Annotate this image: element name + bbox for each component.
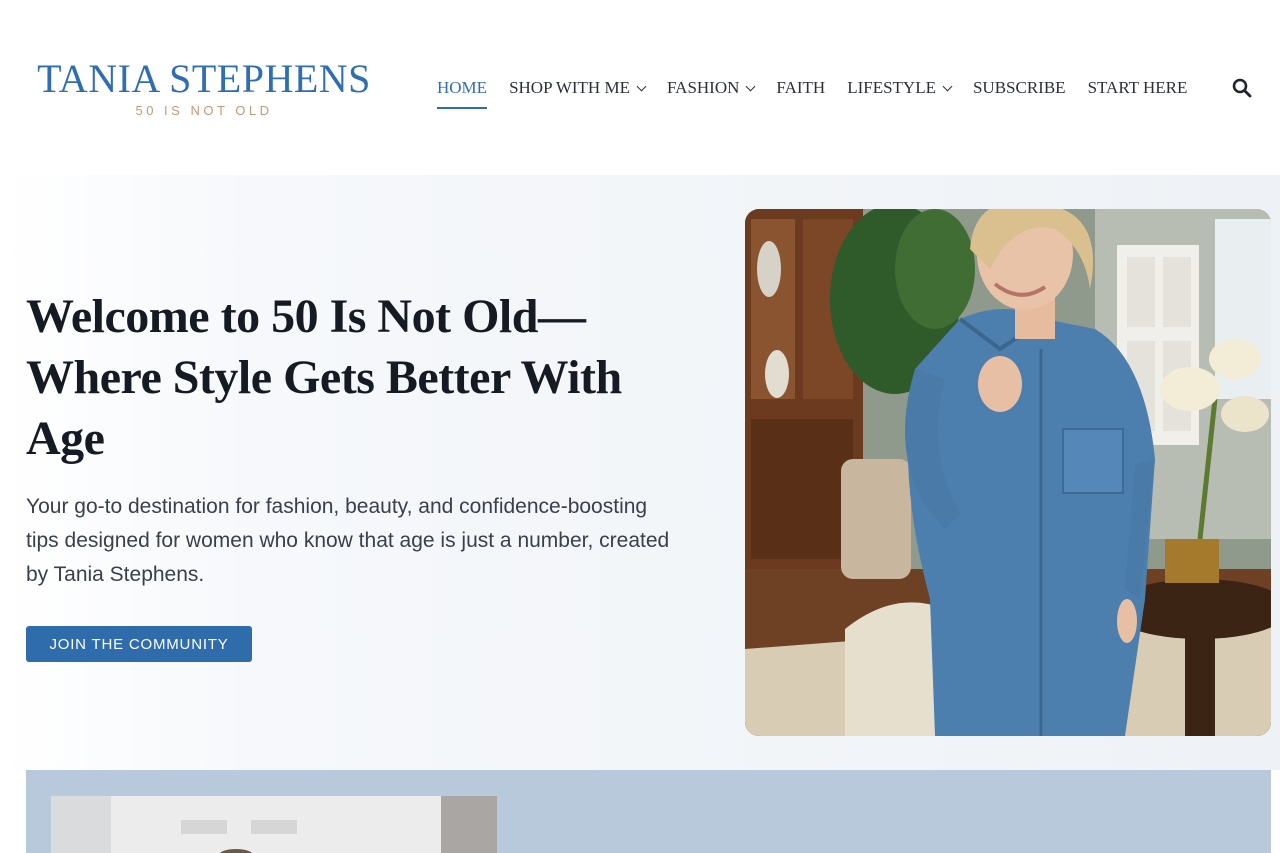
hero-description: Your go-to destination for fashion, beau…: [26, 495, 670, 586]
chevron-down-icon: [745, 81, 756, 91]
hero-section: Welcome to 50 Is Not Old—Where Style Get…: [0, 175, 1280, 770]
nav-item-start-here[interactable]: START HERE: [1088, 75, 1188, 101]
hero-title: Welcome to 50 Is Not Old—Where Style Get…: [26, 290, 622, 465]
nav-item-label: FASHION: [666, 78, 740, 97]
logo-name: TANIA STEPHENS: [37, 56, 371, 101]
featured-section: [26, 770, 1271, 853]
logo-tagline: 50 IS NOT OLD: [135, 103, 273, 118]
chevron-down-icon: [636, 81, 647, 91]
search-icon[interactable]: [1232, 78, 1252, 98]
nav-item-shop-with-me[interactable]: SHOP WITH ME: [509, 75, 647, 101]
nav-item-label: SUBSCRIBE: [972, 78, 1066, 97]
nav-item-label: SHOP WITH ME: [509, 78, 630, 97]
nav-item-label: FAITH: [776, 78, 826, 97]
nav-item-subscribe[interactable]: SUBSCRIBE: [973, 75, 1066, 101]
site-logo[interactable]: TANIA STEPHENS 50 IS NOT OLD: [36, 56, 372, 119]
nav-item-label: START HERE: [1087, 78, 1188, 97]
nav-item-faith[interactable]: FAITH: [776, 75, 825, 101]
nav-item-label: HOME: [437, 78, 488, 97]
nav-item-label: LIFESTYLE: [847, 78, 936, 97]
join-community-button[interactable]: JOIN THE COMMUNITY: [26, 626, 252, 662]
main-nav: HOME SHOP WITH ME FASHION FAITH LIFESTYL…: [437, 75, 1209, 109]
site-header: TANIA STEPHENS 50 IS NOT OLD HOME SHOP W…: [0, 0, 1280, 175]
featured-photo: [51, 796, 497, 853]
nav-item-lifestyle[interactable]: LIFESTYLE: [847, 75, 953, 101]
hero-photo: [745, 209, 1271, 736]
nav-item-fashion[interactable]: FASHION: [666, 75, 756, 101]
chevron-down-icon: [942, 81, 953, 91]
nav-item-home[interactable]: HOME: [437, 75, 488, 109]
